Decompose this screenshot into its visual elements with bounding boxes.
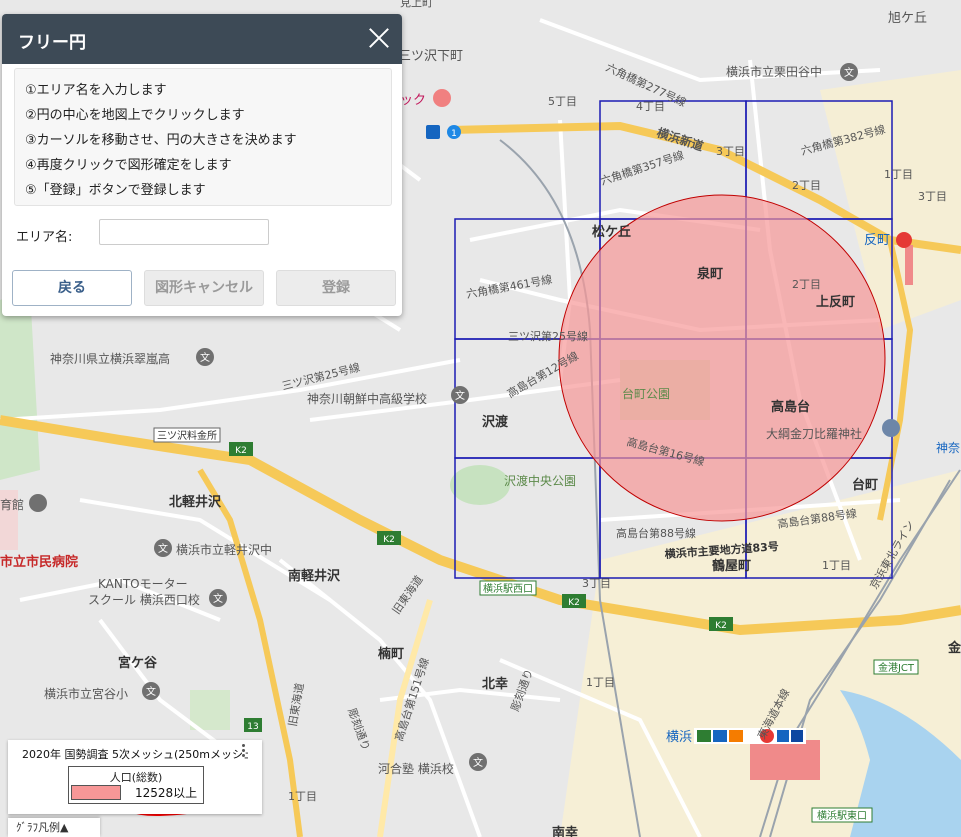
label-asahigaoka: 旭ケ丘 bbox=[888, 11, 927, 26]
legend-range-label: 12528以上 bbox=[135, 786, 198, 800]
label-kuritaya: 横浜市立栗田谷中 bbox=[726, 64, 822, 79]
label-minamikaruizawa: 南軽井沢 bbox=[288, 568, 341, 584]
label-miyagaya-school: 横浜市立宮谷小 bbox=[44, 686, 128, 701]
tanmachi-station-icon bbox=[896, 232, 912, 248]
label-chome: 2丁目 bbox=[792, 278, 821, 291]
park-sawatari bbox=[450, 465, 510, 505]
label-chome: 1丁目 bbox=[884, 168, 913, 181]
hospital-icon bbox=[433, 89, 451, 107]
label-ootsuna: 大綱金刀比羅神社 bbox=[766, 426, 862, 441]
label-matsugaoka: 松ケ丘 bbox=[592, 224, 631, 240]
label-chome: 4丁目 bbox=[636, 100, 665, 113]
label-street: 三ツ沢第25号線 bbox=[508, 329, 588, 343]
label-tsuruyacho: 鶴屋町 bbox=[712, 558, 751, 574]
legend-swatch bbox=[71, 785, 121, 800]
label-sawatari: 沢渡 bbox=[482, 414, 509, 430]
label-hospital: 市立市民病院 bbox=[0, 554, 78, 570]
register-button[interactable]: 登録 bbox=[276, 270, 396, 306]
back-button[interactable]: 戻る bbox=[12, 270, 132, 306]
label-chome: 1丁目 bbox=[822, 559, 851, 572]
instruction-step: ⑤「登録」ボタンで登録します bbox=[25, 183, 206, 198]
station-block bbox=[750, 740, 820, 780]
svg-text:三ツ沢料金所: 三ツ沢料金所 bbox=[157, 429, 217, 442]
gym-icon bbox=[29, 494, 47, 512]
label-street: 高島台第88号線 bbox=[616, 526, 696, 540]
svg-text:13: 13 bbox=[247, 722, 258, 732]
label-chome: 3丁目 bbox=[918, 190, 947, 203]
label-yokohama-station: 横浜 bbox=[666, 730, 692, 745]
graph-legend: 2020年 国勢調査 5次メッシュ(250mメッシュ) 人口(総数) 12528… bbox=[8, 740, 262, 814]
label-kitasaiwai: 北幸 bbox=[482, 676, 508, 692]
label-chome: 3丁目 bbox=[582, 577, 611, 590]
label-daimachi: 台町 bbox=[852, 477, 878, 493]
svg-text:K2: K2 bbox=[715, 621, 727, 631]
label-gym: 育館 bbox=[0, 497, 24, 512]
label-chome: 1丁目 bbox=[586, 676, 615, 689]
instruction-step: ①エリア名を入力します bbox=[25, 83, 167, 98]
instruction-step: ④再度クリックで図形確定をします bbox=[25, 158, 232, 173]
shrine-icon bbox=[882, 419, 900, 437]
instructions-panel: ①エリア名を入力します ②円の中心を地図上でクリックします ③カーソルを移動させ… bbox=[14, 68, 392, 206]
label-chome: 5丁目 bbox=[548, 95, 577, 108]
svg-text:K2: K2 bbox=[568, 598, 580, 608]
label-gold: 金 bbox=[947, 640, 961, 656]
label-chome: 1丁目 bbox=[288, 790, 317, 803]
label-minamisaiwai: 南幸 bbox=[552, 825, 578, 837]
legend-header: 人口(総数) bbox=[109, 771, 163, 784]
svg-text:文: 文 bbox=[455, 389, 465, 402]
label-daimachi-park: 台町公園 bbox=[622, 386, 670, 401]
svg-text:文: 文 bbox=[213, 592, 223, 605]
label-tanmachi: 反町 bbox=[864, 233, 890, 248]
subway-icon bbox=[426, 125, 440, 139]
free-circle-dialog: フリー円 ①エリア名を入力します ②円の中心を地図上でクリックします ③カーソル… bbox=[2, 14, 402, 316]
svg-text:横浜駅西口: 横浜駅西口 bbox=[483, 582, 533, 595]
legend-toggle-button[interactable]: ｸﾞﾗﾌ凡例▲ bbox=[8, 818, 100, 837]
more-vert-icon[interactable] bbox=[242, 744, 246, 759]
label-kamitanmachi: 上反町 bbox=[816, 294, 855, 310]
label-sawatari-park: 沢渡中央公園 bbox=[504, 473, 576, 488]
svg-text:文: 文 bbox=[158, 542, 168, 555]
svg-text:文: 文 bbox=[844, 66, 854, 79]
label-kitakaruizawa: 北軽井沢 bbox=[169, 494, 222, 510]
label-kawaijuku: 河合塾 横浜校 bbox=[378, 761, 454, 776]
svg-text:文: 文 bbox=[200, 351, 210, 364]
close-icon[interactable] bbox=[366, 25, 392, 51]
label-chome: 3丁目 bbox=[716, 145, 745, 158]
label-kanto-motor-2: スクール 横浜西口校 bbox=[88, 592, 200, 607]
label-chome: 2丁目 bbox=[792, 179, 821, 192]
label-kanto-motor: KANTOモーター bbox=[98, 577, 188, 591]
free-circle[interactable] bbox=[558, 194, 886, 522]
legend-title: 2020年 国勢調査 5次メッシュ(250mメッシュ) bbox=[22, 748, 248, 761]
label-kanagawa: 神奈 bbox=[936, 441, 960, 455]
cancel-shape-button[interactable]: 図形キャンセル bbox=[144, 270, 264, 306]
dialog-header: フリー円 bbox=[2, 14, 402, 64]
svg-text:文: 文 bbox=[146, 685, 156, 698]
legend-box: 人口(総数) 12528以上 bbox=[68, 766, 204, 804]
label-top: 見上町 bbox=[400, 0, 433, 9]
svg-text:金港JCT: 金港JCT bbox=[878, 661, 915, 674]
label-clinic: ック bbox=[400, 93, 426, 108]
tanmachi-platform bbox=[905, 245, 913, 285]
svg-text:文: 文 bbox=[473, 756, 483, 769]
label-mitsuzawa-shimocho: 三ツ沢下町 bbox=[398, 49, 463, 64]
label-miyagaya: 宮ケ谷 bbox=[118, 655, 158, 671]
label-suiran: 神奈川県立横浜翠嵐高 bbox=[50, 351, 170, 366]
instruction-step: ③カーソルを移動させ、円の大きさを決めます bbox=[25, 133, 297, 148]
label-takashimadai: 高島台 bbox=[771, 399, 810, 415]
svg-text:横浜駅東口: 横浜駅東口 bbox=[817, 809, 867, 822]
svg-text:K2: K2 bbox=[235, 446, 247, 456]
svg-text:K2: K2 bbox=[383, 535, 395, 545]
label-kusunokicho: 楠町 bbox=[377, 646, 404, 662]
label-izumicho: 泉町 bbox=[697, 266, 723, 282]
instruction-step: ②円の中心を地図上でクリックします bbox=[25, 108, 245, 123]
dialog-title: フリー円 bbox=[18, 33, 86, 53]
svg-text:1: 1 bbox=[451, 129, 457, 139]
label-chosen: 神奈川朝鮮中高級学校 bbox=[307, 391, 427, 406]
label-karuizawa-school: 横浜市立軽井沢中 bbox=[176, 542, 272, 557]
area-name-label: エリア名: bbox=[16, 230, 73, 245]
area-name-input[interactable] bbox=[99, 219, 269, 245]
park-miyagaya bbox=[190, 690, 230, 730]
